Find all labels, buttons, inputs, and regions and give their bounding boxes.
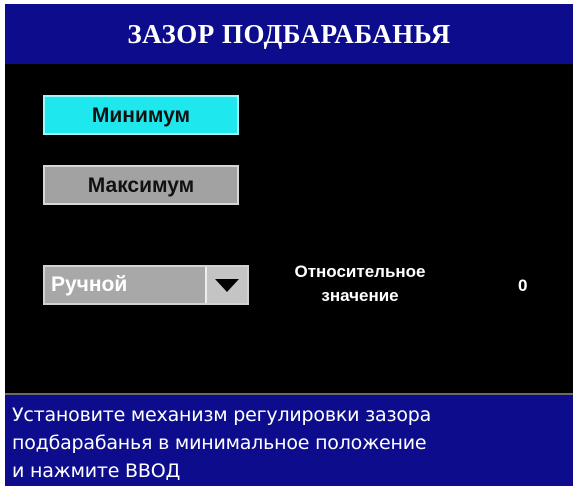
relative-value-label-line2: значение [321,286,399,305]
screen: ЗАЗОР ПОДБАРАБАНЬЯ Минимум Максимум Ручн… [5,4,573,486]
dropdown-button[interactable] [205,267,247,303]
message-line: подбарабанья в минимальное положение [12,432,427,454]
relative-value-label-line1: Относительное [294,262,426,281]
mode-select[interactable]: Ручной [43,265,249,305]
message-line: и нажмите ВВОД [12,460,181,482]
relative-value-label: Относительное значение [275,260,445,308]
minimum-button[interactable]: Минимум [43,95,239,135]
message-line: Установите механизм регулировки зазора [12,404,432,426]
instruction-message: Установите механизм регулировки зазора п… [5,395,573,486]
maximum-button[interactable]: Максимум [43,165,239,205]
relative-value: 0 [518,276,528,295]
chevron-down-icon [215,279,239,292]
page-title: ЗАЗОР ПОДБАРАБАНЬЯ [5,4,573,64]
mode-select-value: Ручной [51,273,128,296]
